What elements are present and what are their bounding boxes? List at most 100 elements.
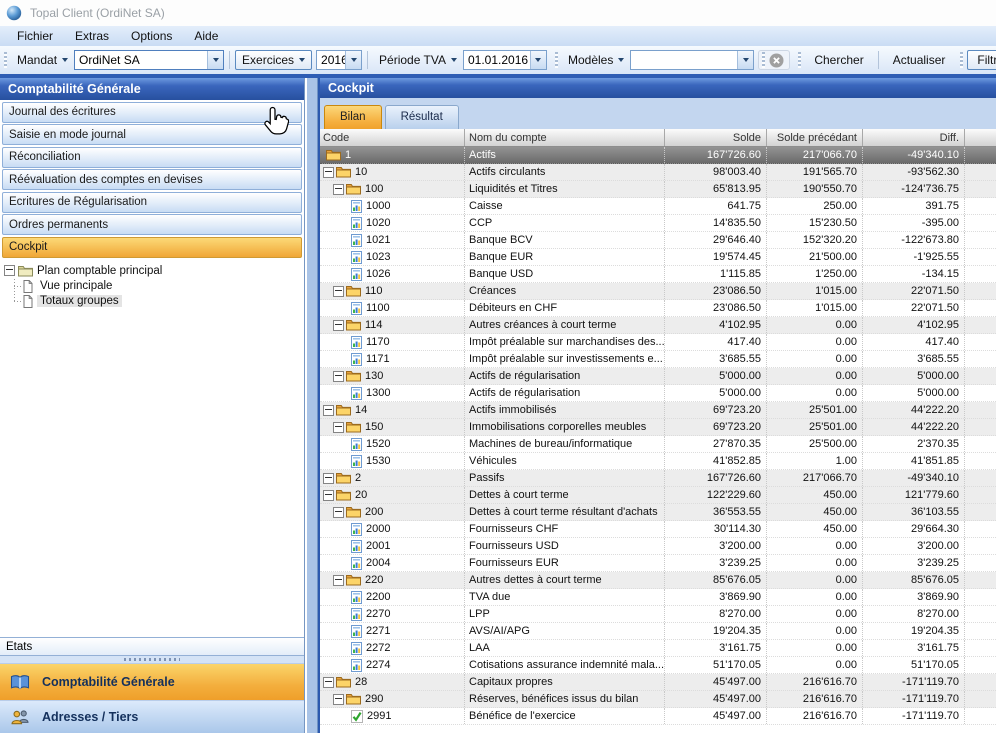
periode-tva-dropdown[interactable]: Période TVA: [373, 51, 463, 69]
collapse-icon[interactable]: [323, 473, 334, 484]
sidebar-bottom: Etats Comptabilité Générale Adresses / T…: [0, 637, 304, 733]
collapse-icon[interactable]: [333, 507, 344, 518]
table-row-200[interactable]: 200 Dettes à court terme résultant d'ach…: [320, 504, 996, 521]
table-row-2272[interactable]: 2272 LAA 3'161.75 0.00 3'161.75: [320, 640, 996, 657]
toolbar-grip[interactable]: [960, 52, 963, 68]
table-row-1300[interactable]: 1300 Actifs de régularisation 5'000.00 0…: [320, 385, 996, 402]
table-row-2270[interactable]: 2270 LPP 8'270.00 0.00 8'270.00: [320, 606, 996, 623]
sidebar-item-cockpit[interactable]: Cockpit: [2, 237, 302, 258]
sidebar-item-ordres-permanents[interactable]: Ordres permanents: [2, 214, 302, 235]
periode-tva-combobox[interactable]: 01.01.2016: [463, 50, 547, 70]
cell-filler: [965, 266, 996, 282]
table-row-2991[interactable]: 2991 Bénéfice de l'exercice 45'497.00 21…: [320, 708, 996, 725]
column-header-filler: [965, 129, 996, 146]
table-row-290[interactable]: 290 Réserves, bénéfices issus du bilan 4…: [320, 691, 996, 708]
table-row-2004[interactable]: 2004 Fournisseurs EUR 3'239.25 0.00 3'23…: [320, 555, 996, 572]
menu-extras[interactable]: Extras: [64, 27, 120, 45]
tab-r-sultat[interactable]: Résultat: [385, 105, 459, 129]
toolbar-grip[interactable]: [762, 52, 765, 68]
chevron-down-icon[interactable]: [345, 51, 361, 69]
collapse-icon[interactable]: [333, 694, 344, 705]
table-row-130[interactable]: 130 Actifs de régularisation 5'000.00 0.…: [320, 368, 996, 385]
table-row-1023[interactable]: 1023 Banque EUR 19'574.45 21'500.00 -1'9…: [320, 249, 996, 266]
chercher-button[interactable]: Chercher: [805, 51, 872, 69]
tree-item-plan-comptable[interactable]: Plan comptable principal: [4, 263, 304, 279]
table-row-220[interactable]: 220 Autres dettes à court terme 85'676.0…: [320, 572, 996, 589]
modeles-combobox[interactable]: [630, 50, 754, 70]
collapse-icon[interactable]: [323, 167, 334, 178]
table-row-2[interactable]: 2 Passifs 167'726.60 217'066.70 -49'340.…: [320, 470, 996, 487]
table-row-28[interactable]: 28 Capitaux propres 45'497.00 216'616.70…: [320, 674, 996, 691]
table-row-100[interactable]: 100 Liquidités et Titres 65'813.95 190'5…: [320, 181, 996, 198]
collapse-icon[interactable]: [4, 265, 15, 276]
sidebar-splitter[interactable]: [0, 656, 304, 663]
exercices-combobox[interactable]: 2016: [316, 50, 362, 70]
collapse-icon[interactable]: [323, 677, 334, 688]
column-header-code[interactable]: Code: [320, 129, 465, 146]
table-row-1[interactable]: 1 Actifs 167'726.60 217'066.70 -49'340.1…: [320, 147, 996, 164]
table-row-2274[interactable]: 2274 Cotisations assurance indemnité mal…: [320, 657, 996, 674]
table-row-150[interactable]: 150 Immobilisations corporelles meubles …: [320, 419, 996, 436]
mandat-dropdown[interactable]: Mandat: [11, 51, 74, 69]
menu-aide[interactable]: Aide: [183, 27, 229, 45]
table-row-2200[interactable]: 2200 TVA due 3'869.90 0.00 3'869.90: [320, 589, 996, 606]
actualiser-button[interactable]: Actualiser: [884, 51, 955, 69]
column-header-diff[interactable]: Diff.: [863, 129, 965, 146]
mandat-combobox[interactable]: OrdiNet SA: [74, 50, 224, 70]
column-header-solde[interactable]: Solde: [665, 129, 767, 146]
toolbar-grip[interactable]: [4, 52, 7, 68]
column-header-solde-precedant[interactable]: Solde précédant: [767, 129, 863, 146]
table-row-110[interactable]: 110 Créances 23'086.50 1'015.00 22'071.5…: [320, 283, 996, 300]
sidebar-item-journal-des-critures[interactable]: Journal des écritures: [2, 102, 302, 123]
collapse-icon[interactable]: [323, 490, 334, 501]
filtre-button[interactable]: Filtre: [967, 50, 996, 70]
collapse-icon[interactable]: [333, 371, 344, 382]
table-row-1020[interactable]: 1020 CCP 14'835.50 15'230.50 -395.00: [320, 215, 996, 232]
table-row-2271[interactable]: 2271 AVS/AI/APG 19'204.35 0.00 19'204.35: [320, 623, 996, 640]
table-row-1000[interactable]: 1000 Caisse 641.75 250.00 391.75: [320, 198, 996, 215]
table-row-10[interactable]: 10 Actifs circulants 98'003.40 191'565.7…: [320, 164, 996, 181]
sidebar-item-ecritures-de-r-gularisation[interactable]: Ecritures de Régularisation: [2, 192, 302, 213]
collapse-icon[interactable]: [333, 422, 344, 433]
chevron-down-icon[interactable]: [737, 51, 753, 69]
collapse-icon[interactable]: [333, 184, 344, 195]
table-row-1171[interactable]: 1171 Impôt préalable sur investissements…: [320, 351, 996, 368]
toolbar-grip[interactable]: [555, 52, 558, 68]
exercices-dropdown[interactable]: Exercices: [235, 50, 312, 70]
sidebar-item-saisie-en-mode-journal[interactable]: Saisie en mode journal: [2, 124, 302, 145]
toolbar-grip[interactable]: [798, 52, 801, 68]
tree-item-totaux-groupes[interactable]: Totaux groupes: [14, 294, 304, 309]
sidebar-item-r-conciliation[interactable]: Réconciliation: [2, 147, 302, 168]
chevron-down-icon[interactable]: [207, 51, 223, 69]
tree-item-vue-principale[interactable]: Vue principale: [14, 279, 304, 294]
panel-splitter[interactable]: [305, 78, 318, 733]
table-row-1170[interactable]: 1170 Impôt préalable sur marchandises de…: [320, 334, 996, 351]
sidebar-item-r-valuation-des-comptes-en-devises[interactable]: Réévaluation des comptes en devises: [2, 169, 302, 190]
table-row-1520[interactable]: 1520 Machines de bureau/informatique 27'…: [320, 436, 996, 453]
table-row-1026[interactable]: 1026 Banque USD 1'115.85 1'250.00 -134.1…: [320, 266, 996, 283]
table-row-1021[interactable]: 1021 Banque BCV 29'646.40 152'320.20 -12…: [320, 232, 996, 249]
menu-options[interactable]: Options: [120, 27, 183, 45]
table-row-2001[interactable]: 2001 Fournisseurs USD 3'200.00 0.00 3'20…: [320, 538, 996, 555]
table-row-1100[interactable]: 1100 Débiteurs en CHF 23'086.50 1'015.00…: [320, 300, 996, 317]
table-row-1530[interactable]: 1530 Véhicules 41'852.85 1.00 41'851.85: [320, 453, 996, 470]
modeles-dropdown[interactable]: Modèles: [562, 51, 630, 69]
chevron-down-icon[interactable]: [530, 51, 546, 69]
menu-fichier[interactable]: Fichier: [6, 27, 64, 45]
collapse-icon[interactable]: [333, 286, 344, 297]
collapse-icon[interactable]: [333, 575, 344, 586]
etats-item[interactable]: Etats: [0, 637, 304, 656]
table-row-2000[interactable]: 2000 Fournisseurs CHF 30'114.30 450.00 2…: [320, 521, 996, 538]
table-row-20[interactable]: 20 Dettes à court terme 122'229.60 450.0…: [320, 487, 996, 504]
table-row-14[interactable]: 14 Actifs immobilisés 69'723.20 25'501.0…: [320, 402, 996, 419]
cell-diff: -1'925.55: [863, 249, 965, 265]
module-comptabilite-generale[interactable]: Comptabilité Générale: [0, 663, 304, 700]
cell-filler: [965, 572, 996, 588]
column-header-nom[interactable]: Nom du compte: [465, 129, 665, 146]
table-row-114[interactable]: 114 Autres créances à court terme 4'102.…: [320, 317, 996, 334]
close-icon[interactable]: [769, 53, 784, 68]
collapse-icon[interactable]: [323, 405, 334, 416]
collapse-icon[interactable]: [333, 320, 344, 331]
module-adresses-tiers[interactable]: Adresses / Tiers: [0, 700, 304, 733]
tab-bilan[interactable]: Bilan: [324, 105, 382, 129]
